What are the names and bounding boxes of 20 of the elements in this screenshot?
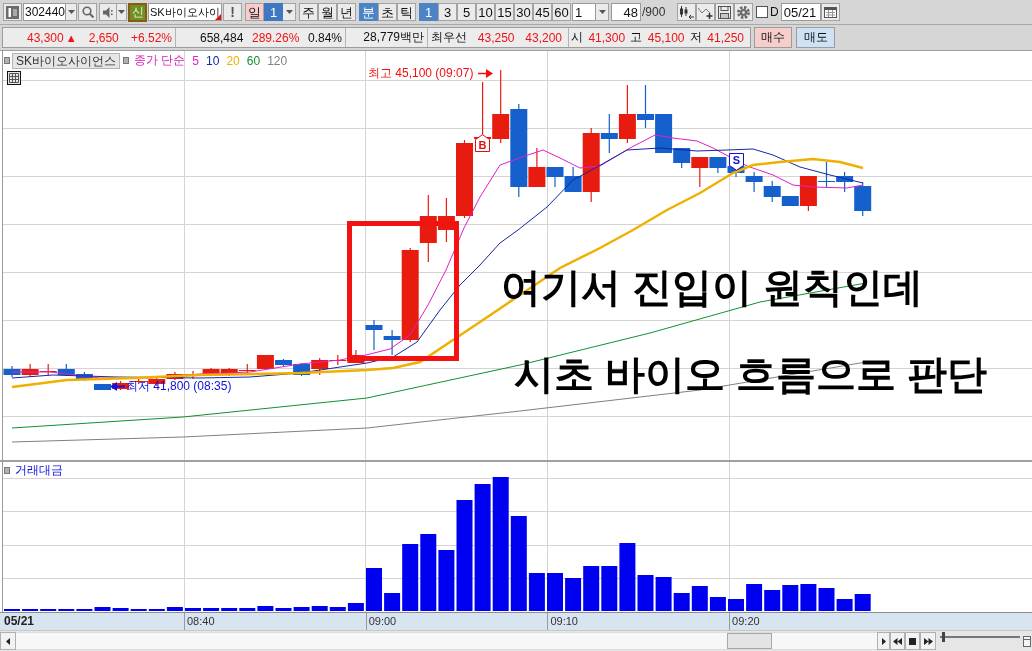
- quote-label: 고: [630, 29, 643, 46]
- checkbox-label: D: [770, 5, 779, 19]
- quote-value: 2,650: [88, 30, 119, 45]
- quote-value: 45,100: [647, 30, 685, 45]
- quote-value: 41,250: [707, 30, 744, 45]
- quote-value: 43,250: [477, 30, 515, 45]
- quote-value: 289.26%: [252, 30, 300, 45]
- quote-value: 28,779백만: [363, 29, 424, 46]
- change-sign: ▲: [65, 31, 77, 44]
- quote-value: 41,300: [588, 30, 626, 45]
- quote-value: 0.84%: [307, 30, 342, 45]
- quote-value: 43,300: [27, 30, 64, 45]
- quote-value: 658,484: [200, 30, 244, 45]
- quote-label: 시: [571, 29, 583, 46]
- axis-date-label: 05/21: [4, 614, 35, 628]
- bar-count-total: /900: [642, 5, 667, 19]
- quote-label: 최우선: [431, 29, 467, 46]
- quote-value: 43,200: [525, 30, 562, 45]
- quote-value: +6.52%: [130, 30, 172, 45]
- quote-label: 저: [689, 29, 702, 46]
